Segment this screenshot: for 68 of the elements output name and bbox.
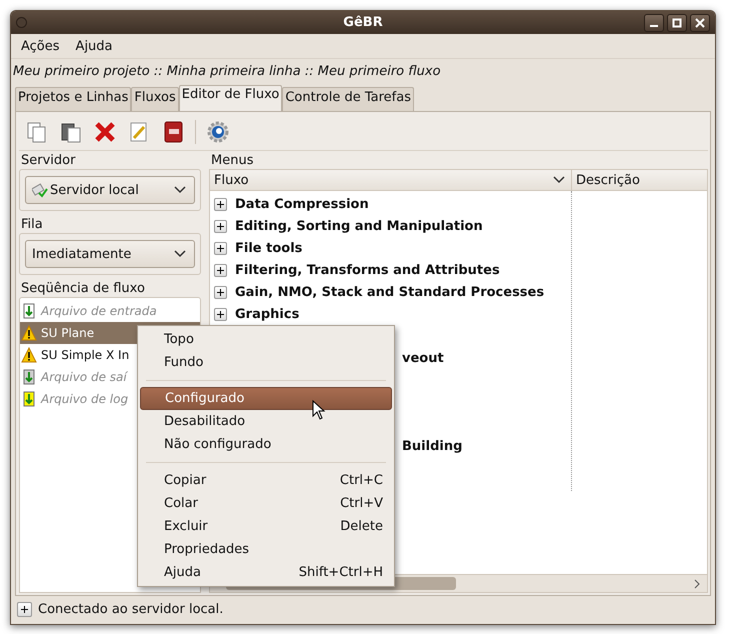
shortcut-text: Ctrl+C xyxy=(340,473,383,488)
menu-item-label: Ajuda xyxy=(164,565,201,580)
expand-icon[interactable] xyxy=(17,602,32,616)
column-header[interactable]: Fluxo xyxy=(210,170,572,190)
menu-item-label: Topo xyxy=(164,332,194,347)
maximize-button[interactable] xyxy=(667,14,687,32)
context-menu-item[interactable]: Desabilitado xyxy=(140,410,392,433)
menu-item[interactable]: Ajuda xyxy=(70,36,119,56)
context-menu-item[interactable]: Não configurado xyxy=(140,433,392,456)
expand-icon[interactable] xyxy=(214,198,227,210)
menu-category[interactable]: Graphics xyxy=(235,306,300,322)
tab[interactable]: Projetos e Linhas xyxy=(15,87,132,111)
queue-dropdown[interactable]: Imediatamente xyxy=(25,240,195,268)
shortcut-text: Shift+Ctrl+H xyxy=(298,565,383,580)
chevron-down-icon xyxy=(174,250,186,258)
frame-label: Fila xyxy=(20,217,44,233)
tab[interactable]: Editor de Fluxo xyxy=(178,85,282,111)
context-menu-item[interactable]: Colar Ctrl+V xyxy=(140,492,392,515)
menu-category[interactable]: Gain, NMO, Stack and Standard Processes xyxy=(235,284,544,300)
expand-icon[interactable] xyxy=(214,220,227,232)
expand-icon[interactable] xyxy=(214,264,227,276)
scroll-right-icon[interactable] xyxy=(693,579,701,589)
menu-category[interactable]: Data Compression xyxy=(235,196,369,212)
menu-category[interactable]: veout xyxy=(402,350,444,366)
tab[interactable]: Controle de Tarefas xyxy=(282,87,414,111)
shortcut-text: Delete xyxy=(340,519,383,534)
tab[interactable]: Fluxos xyxy=(131,87,179,111)
expand-icon[interactable] xyxy=(214,242,227,254)
window-title: GêBR xyxy=(343,15,383,30)
expand-icon[interactable] xyxy=(214,286,227,298)
menu-item-label: Copiar xyxy=(164,473,206,488)
mouse-pointer-icon xyxy=(312,400,326,420)
chevron-down-icon xyxy=(174,186,186,194)
menu-category[interactable]: Editing, Sorting and Manipulation xyxy=(235,218,483,234)
menu-category[interactable]: File tools xyxy=(235,240,302,256)
menu-item-label: Não configurado xyxy=(164,437,272,452)
context-menu-item[interactable]: Configurado xyxy=(140,387,392,410)
menu-item-label: Excluir xyxy=(164,519,208,534)
menu-category[interactable]: Filtering, Transforms and Attributes xyxy=(235,262,500,278)
context-menu-item[interactable]: Propriedades xyxy=(140,538,392,561)
status-text: Conectado ao servidor local. xyxy=(38,602,224,616)
close-button[interactable] xyxy=(690,14,710,32)
minimize-icon xyxy=(650,24,658,26)
frame-label: Servidor xyxy=(20,153,76,169)
chevron-down-icon xyxy=(553,176,565,184)
menu-item-label: Propriedades xyxy=(164,542,250,557)
column-header[interactable]: Descrição xyxy=(572,170,640,190)
frame-label: Seqüência de fluxo xyxy=(20,281,146,297)
delete-icon[interactable] xyxy=(93,120,117,144)
warning-icon xyxy=(21,347,37,363)
frame-label: Menus xyxy=(210,153,254,169)
shortcut-text: Ctrl+V xyxy=(340,496,383,511)
context-menu-item[interactable]: Ajuda Shift+Ctrl+H xyxy=(140,561,392,584)
warning-icon xyxy=(21,325,37,341)
context-menu-item[interactable]: Copiar Ctrl+C xyxy=(140,469,392,492)
menu-item-label: Desabilitado xyxy=(164,414,246,429)
menu-item[interactable]: Ações xyxy=(15,36,66,56)
breadcrumb-text: Meu primeiro projeto :: Minha primeira linha :: Meu primeiro fluxo xyxy=(12,63,442,81)
menu-item-label: Colar xyxy=(164,496,198,511)
context-menu-item[interactable]: Excluir Delete xyxy=(140,515,392,538)
close-icon xyxy=(695,18,705,28)
maximize-icon xyxy=(672,18,682,28)
menu-item-label: Configurado xyxy=(165,391,244,406)
server-dropdown[interactable]: Servidor local xyxy=(25,176,195,204)
gear-icon[interactable] xyxy=(206,120,230,144)
expand-icon[interactable] xyxy=(214,308,227,320)
minimize-button[interactable] xyxy=(644,14,664,32)
menu-category[interactable]: Building xyxy=(402,438,462,454)
